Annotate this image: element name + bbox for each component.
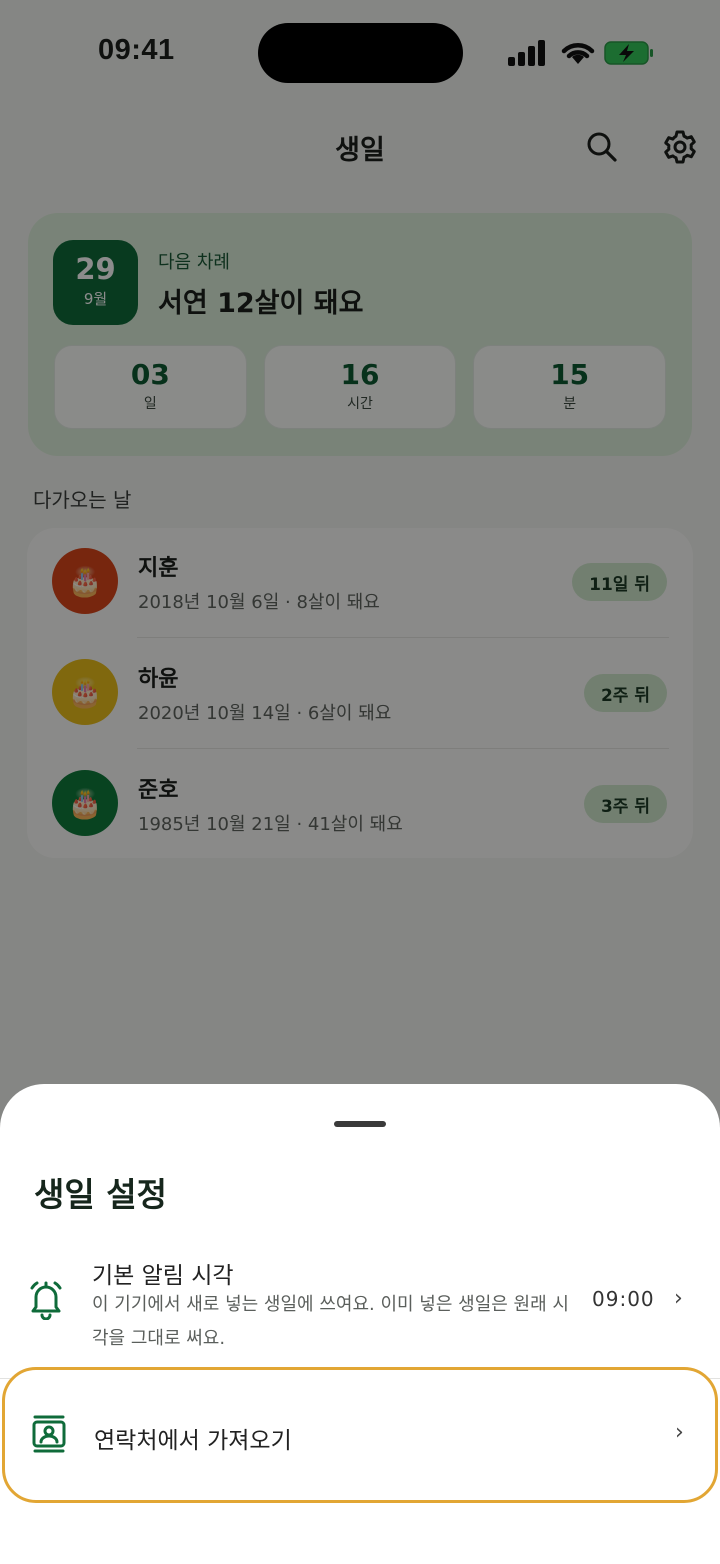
- chevron-right-icon: ›: [675, 1420, 684, 1445]
- alarm-title: 기본 알림 시각: [92, 1263, 234, 1289]
- alarm-time-value: 09:00: [592, 1287, 655, 1311]
- alarm-description: 이 기기에서 새로 넣는 생일에 쓰여요. 이미 넣은 생일은 원래 시각을 그…: [92, 1294, 569, 1349]
- contacts-icon: [32, 1415, 66, 1453]
- default-alarm-time-row[interactable]: 기본 알림 시각 이 기기에서 새로 넣는 생일에 쓰여요. 이미 넣은 생일은…: [0, 1252, 720, 1372]
- bell-icon: [30, 1281, 62, 1320]
- import-contacts-label: 연락처에서 가져오기: [94, 1428, 292, 1454]
- sheet-title: 생일 설정: [34, 1175, 167, 1214]
- import-contacts-row[interactable]: 연락처에서 가져오기 ›: [2, 1367, 718, 1503]
- sheet-grabber[interactable]: [334, 1121, 386, 1127]
- chevron-right-icon: ›: [674, 1286, 683, 1311]
